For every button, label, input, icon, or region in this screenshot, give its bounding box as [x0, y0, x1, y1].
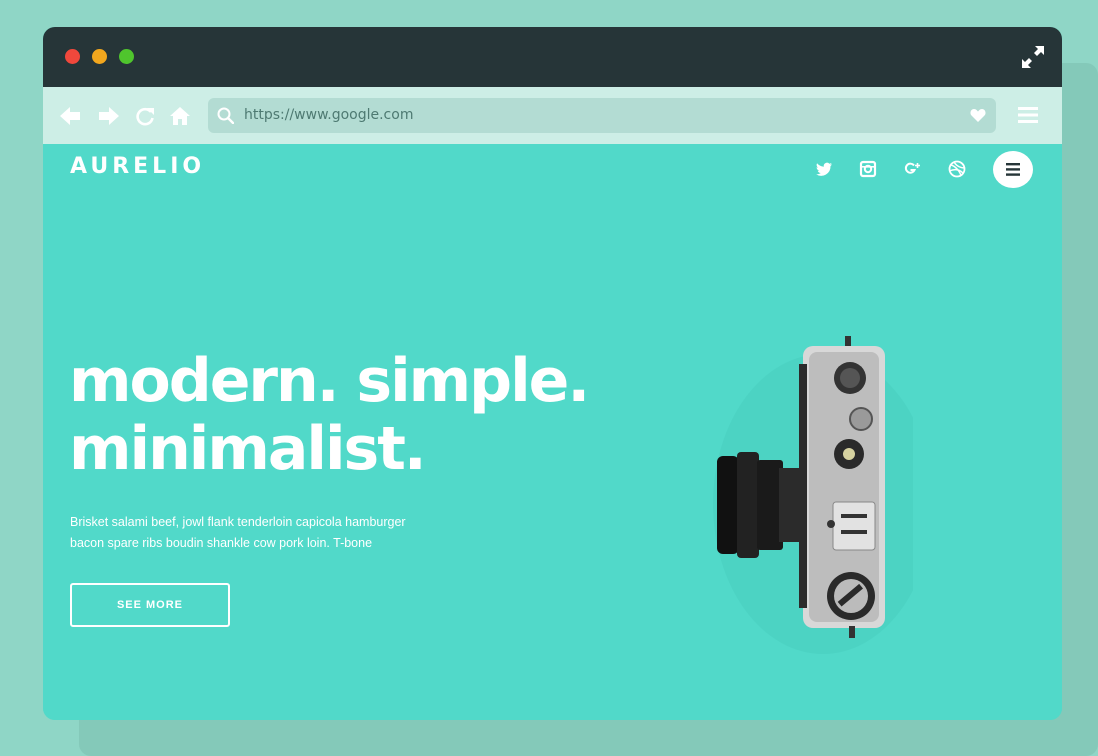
- close-window-button[interactable]: [65, 49, 80, 64]
- home-icon[interactable]: [169, 105, 191, 127]
- headline-line-2: minimalist.: [69, 414, 427, 484]
- headline-line-1: modern. simple.: [69, 346, 590, 416]
- maximize-window-button[interactable]: [119, 49, 134, 64]
- address-bar[interactable]: https://www.google.com: [208, 98, 996, 133]
- google-plus-icon[interactable]: [903, 160, 921, 178]
- hero-blurb: Brisket salami beef, jowl flank tenderlo…: [70, 512, 440, 554]
- hamburger-icon: [1006, 163, 1020, 176]
- site-menu-button[interactable]: [993, 151, 1033, 188]
- site-logo[interactable]: AURELIO: [70, 154, 205, 179]
- arrow-right-icon[interactable]: [98, 105, 120, 127]
- search-icon: [217, 107, 234, 124]
- blurb-line-2: bacon spare ribs boudin shankle cow pork…: [70, 536, 373, 550]
- heart-icon[interactable]: [970, 108, 986, 123]
- hero-headline: modern. simple. minimalist.: [69, 346, 590, 484]
- arrow-left-icon[interactable]: [59, 105, 81, 127]
- camera-image: [713, 336, 913, 654]
- twitter-icon[interactable]: [815, 160, 833, 178]
- instagram-icon[interactable]: [859, 160, 877, 178]
- blurb-line-1: Brisket salami beef, jowl flank tenderlo…: [70, 515, 406, 529]
- fullscreen-icon[interactable]: [1022, 46, 1044, 68]
- menu-icon[interactable]: [1018, 105, 1038, 125]
- see-more-button[interactable]: SEE MORE: [70, 583, 230, 627]
- dribbble-icon[interactable]: [948, 160, 966, 178]
- address-url[interactable]: https://www.google.com: [244, 107, 413, 123]
- browser-toolbar: https://www.google.com: [43, 87, 1062, 144]
- hero-section: AURELIO modern. simple. minimalist. Bris…: [43, 144, 1062, 720]
- title-bar: [43, 27, 1062, 87]
- browser-window: https://www.google.com AURELIO modern. s…: [43, 27, 1062, 720]
- minimize-window-button[interactable]: [92, 49, 107, 64]
- reload-icon[interactable]: [134, 105, 156, 127]
